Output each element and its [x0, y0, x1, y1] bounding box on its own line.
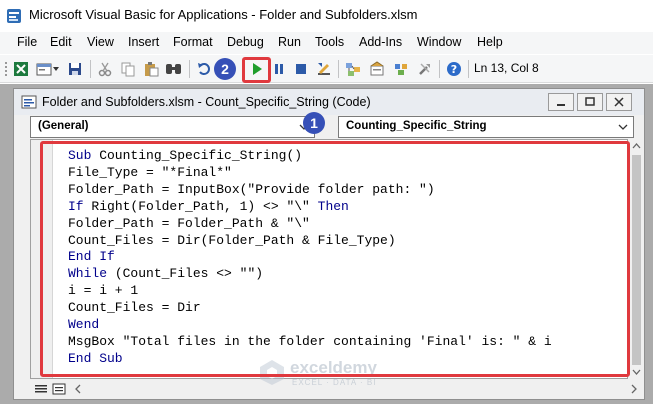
menu-format[interactable]: Format — [173, 35, 213, 49]
close-icon — [614, 97, 624, 107]
minimize-button[interactable] — [548, 93, 574, 111]
procedure-combo-value: Counting_Specific_String — [346, 120, 487, 132]
menu-debug[interactable]: Debug — [227, 35, 264, 49]
object-combo-value: (General) — [38, 120, 89, 132]
procedure-view-icon[interactable] — [34, 383, 48, 395]
menu-window[interactable]: Window — [417, 35, 461, 49]
object-browser-icon[interactable] — [390, 58, 412, 80]
restore-button[interactable] — [577, 93, 603, 111]
toolbox-icon[interactable] — [414, 58, 436, 80]
minimize-icon — [557, 104, 565, 106]
save-icon[interactable] — [64, 58, 86, 80]
step-badge-2: 2 — [214, 58, 236, 80]
watermark-tagline: EXCEL · DATA · BI — [292, 378, 377, 387]
run-button-highlight — [242, 57, 271, 83]
svg-text:?: ? — [451, 63, 457, 76]
full-module-view-icon[interactable] — [52, 383, 66, 395]
break-icon[interactable] — [268, 58, 290, 80]
vertical-scrollbar[interactable] — [629, 139, 644, 379]
toolbar-separator — [439, 60, 440, 78]
project-explorer-icon[interactable] — [342, 58, 364, 80]
toolbar-separator — [189, 60, 190, 78]
cut-icon[interactable] — [94, 58, 116, 80]
scroll-right-icon[interactable] — [628, 383, 640, 395]
reset-icon[interactable] — [290, 58, 312, 80]
menu-add-ins[interactable]: Add-Ins — [359, 35, 402, 49]
cursor-position: Ln 13, Col 8 — [474, 61, 539, 75]
help-icon[interactable]: ? — [443, 58, 465, 80]
vba-app-icon — [7, 9, 21, 23]
app-titlebar: Microsoft Visual Basic for Applications … — [0, 0, 653, 30]
design-mode-icon[interactable] — [313, 58, 335, 80]
properties-icon[interactable] — [366, 58, 388, 80]
menu-insert[interactable]: Insert — [128, 35, 159, 49]
toolbar-grip[interactable] — [4, 61, 8, 77]
menu-edit[interactable]: Edit — [50, 35, 72, 49]
close-button[interactable] — [606, 93, 632, 111]
code-window-title: Folder and Subfolders.xlsm - Count_Speci… — [42, 95, 371, 109]
menu-view[interactable]: View — [87, 35, 114, 49]
menu-run[interactable]: Run — [278, 35, 301, 49]
undo-icon[interactable] — [193, 58, 215, 80]
restore-icon — [585, 97, 595, 106]
scroll-left-icon[interactable] — [72, 383, 84, 395]
toolbar-separator — [338, 60, 339, 78]
menu-file[interactable]: File — [17, 35, 37, 49]
chevron-down-icon — [618, 124, 628, 130]
toolbar-separator — [90, 60, 91, 78]
procedure-combo[interactable]: Counting_Specific_String — [338, 116, 634, 138]
excel-icon[interactable] — [10, 58, 32, 80]
copy-icon[interactable] — [117, 58, 139, 80]
menubar: File Edit View Insert Format Debug Run T… — [0, 32, 653, 54]
paste-icon[interactable] — [140, 58, 162, 80]
code-highlight — [40, 141, 630, 377]
menu-tools[interactable]: Tools — [315, 35, 344, 49]
step-badge-1: 1 — [303, 112, 325, 134]
code-window-titlebar[interactable]: Folder and Subfolders.xlsm - Count_Speci… — [14, 89, 644, 115]
menu-help[interactable]: Help — [477, 35, 503, 49]
app-title: Microsoft Visual Basic for Applications … — [29, 7, 418, 22]
toolbar-separator — [468, 60, 469, 78]
find-icon[interactable] — [163, 58, 185, 80]
code-module-icon — [21, 95, 37, 109]
chevron-down-icon[interactable] — [51, 58, 61, 80]
standard-toolbar: ? — [0, 55, 653, 83]
object-combo[interactable]: (General) — [30, 116, 315, 138]
